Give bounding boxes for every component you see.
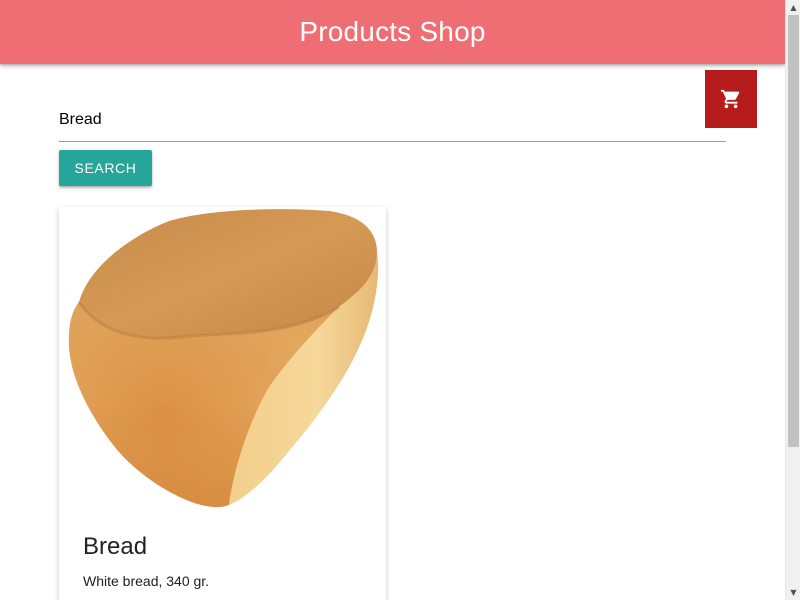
search-field <box>59 104 726 142</box>
scroll-thumb[interactable] <box>788 15 799 447</box>
bread-loaf-image <box>59 207 386 512</box>
shopping-cart-icon <box>720 88 742 110</box>
search-input[interactable] <box>59 104 726 141</box>
vertical-scrollbar[interactable]: ▲ ▼ <box>785 0 800 600</box>
product-name: Bread <box>83 533 148 560</box>
scroll-up-arrow-icon[interactable]: ▲ <box>786 0 800 15</box>
cart-button[interactable] <box>705 70 757 128</box>
product-card[interactable]: Bread White bread, 340 gr. <box>59 207 386 600</box>
scroll-down-arrow-icon[interactable]: ▼ <box>786 585 800 600</box>
product-description: White bread, 340 gr. <box>83 573 210 589</box>
search-button[interactable]: Search <box>59 150 152 186</box>
app-header: Products Shop <box>0 0 785 64</box>
page-viewport: Products Shop Search <box>0 0 785 600</box>
page-title: Products Shop <box>299 16 486 47</box>
